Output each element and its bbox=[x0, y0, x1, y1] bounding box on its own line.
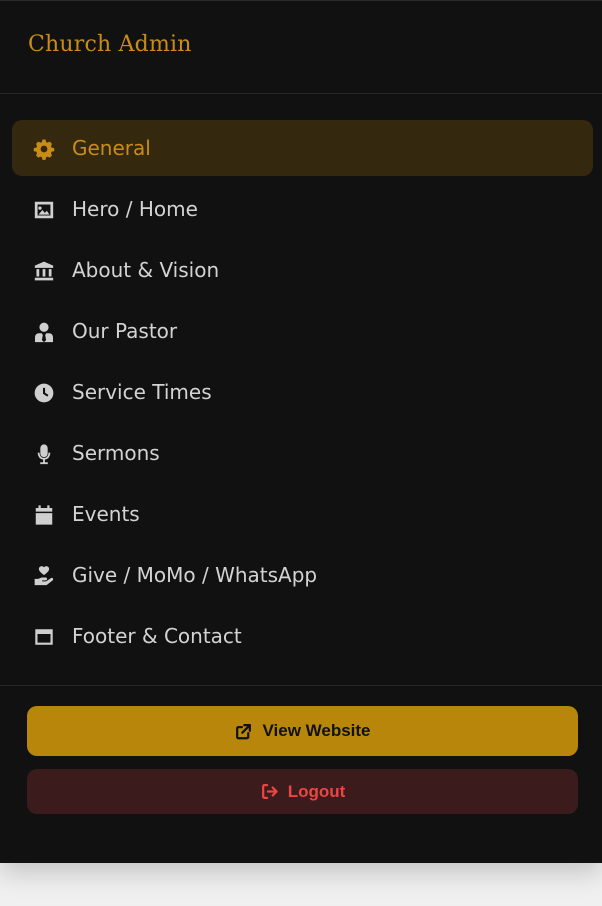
hand-heart-icon bbox=[33, 565, 55, 587]
sidebar-item-general[interactable]: General bbox=[12, 120, 593, 176]
logout-icon bbox=[260, 782, 279, 801]
gear-icon bbox=[33, 138, 55, 160]
sidebar-item-give-momo-whatsapp[interactable]: Give / MoMo / WhatsApp bbox=[12, 547, 593, 603]
image-icon bbox=[33, 199, 55, 221]
sidebar-item-label: Our Pastor bbox=[72, 319, 178, 343]
brand-header: Church Admin bbox=[0, 1, 602, 94]
sidebar-item-hero-home[interactable]: Hero / Home bbox=[12, 181, 593, 237]
user-tie-icon bbox=[33, 321, 55, 343]
admin-sidebar: Church Admin General Hero / Home About &… bbox=[0, 0, 602, 863]
sidebar-item-label: Events bbox=[72, 502, 140, 526]
sidebar-item-label: Service Times bbox=[72, 380, 212, 404]
external-link-icon bbox=[234, 722, 253, 741]
sidebar-item-label: About & Vision bbox=[72, 258, 220, 282]
logout-button[interactable]: Logout bbox=[27, 769, 578, 814]
microphone-icon bbox=[33, 443, 55, 465]
view-website-button[interactable]: View Website bbox=[27, 706, 578, 756]
sidebar-item-service-times[interactable]: Service Times bbox=[12, 364, 593, 420]
sidebar-footer-divider bbox=[0, 685, 602, 686]
sidebar-item-about-vision[interactable]: About & Vision bbox=[12, 242, 593, 298]
sidebar-item-our-pastor[interactable]: Our Pastor bbox=[12, 303, 593, 359]
window-icon bbox=[33, 626, 55, 648]
sidebar-item-label: Sermons bbox=[72, 441, 160, 465]
calendar-icon bbox=[33, 504, 55, 526]
sidebar-item-label: Give / MoMo / WhatsApp bbox=[72, 563, 318, 587]
sidebar-item-footer-contact[interactable]: Footer & Contact bbox=[12, 608, 593, 664]
sidebar-item-label: General bbox=[72, 136, 151, 160]
building-icon bbox=[33, 260, 55, 282]
logout-label: Logout bbox=[287, 781, 346, 801]
view-website-label: View Website bbox=[262, 721, 371, 740]
sidebar-item-label: Footer & Contact bbox=[72, 624, 242, 648]
sidebar-nav: General Hero / Home About & Vision Our P… bbox=[12, 120, 593, 669]
sidebar-item-events[interactable]: Events bbox=[12, 486, 593, 542]
clock-icon bbox=[33, 382, 55, 404]
sidebar-item-label: Hero / Home bbox=[72, 197, 198, 221]
brand-title: Church Admin bbox=[28, 32, 192, 57]
sidebar-item-sermons[interactable]: Sermons bbox=[12, 425, 593, 481]
